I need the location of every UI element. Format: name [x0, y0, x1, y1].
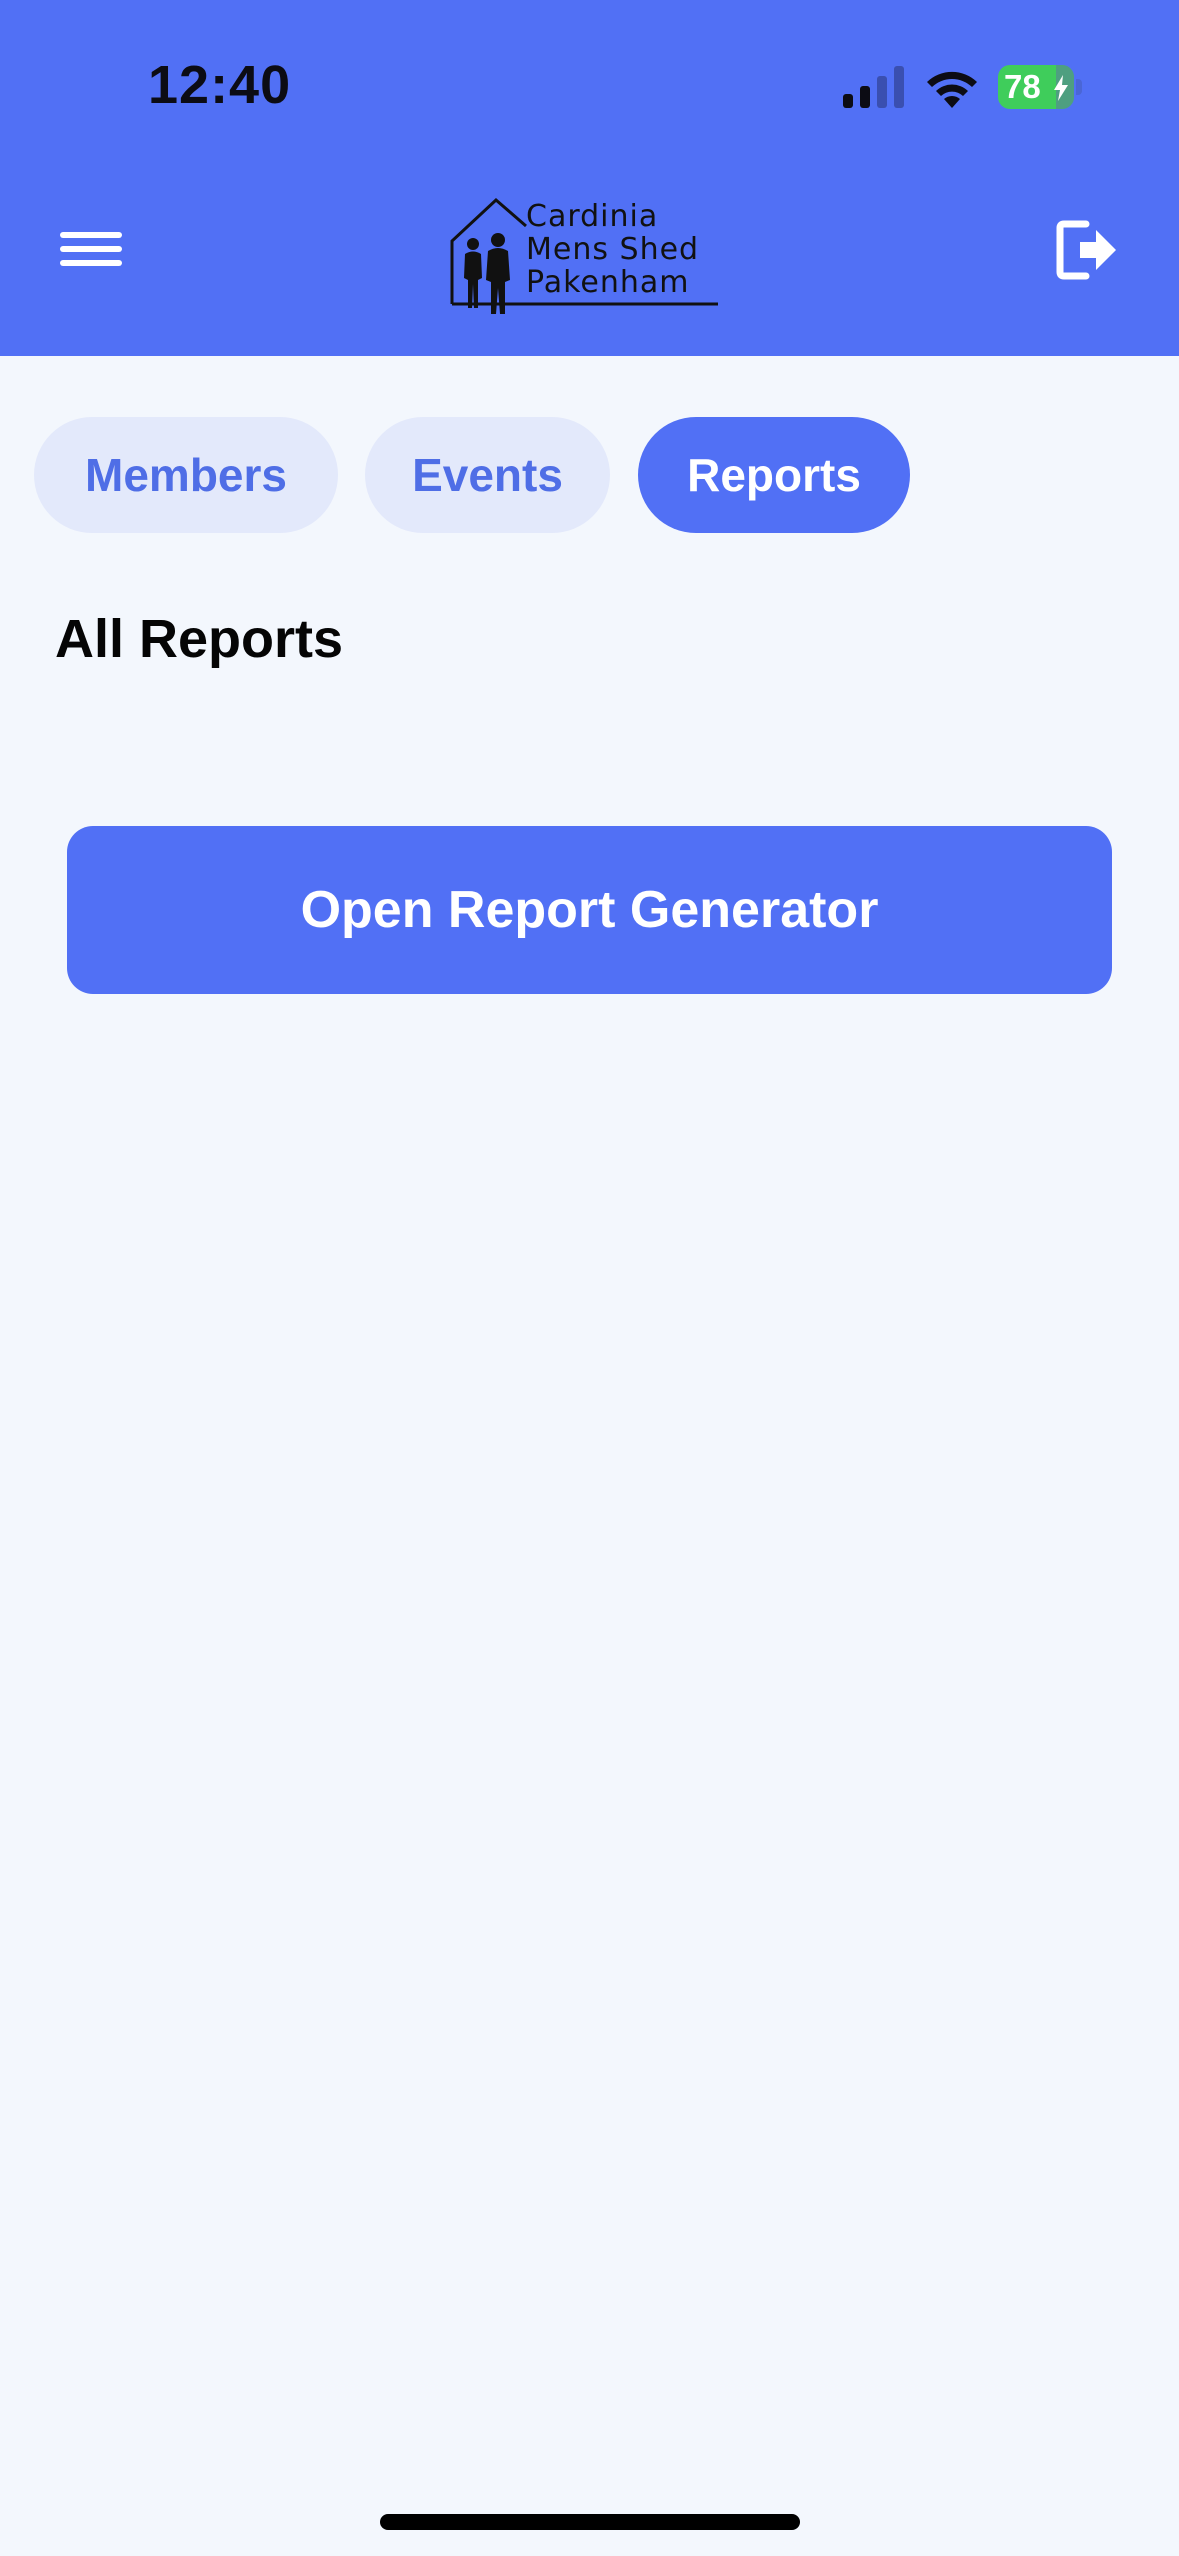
open-report-generator-button[interactable]: Open Report Generator	[67, 826, 1112, 994]
battery-icon: 78	[998, 65, 1082, 109]
app-header: 12:40 78 Cardinia Mens Shed Pakenham	[0, 0, 1179, 356]
app-logo: Cardinia Mens Shed Pakenham	[448, 196, 724, 318]
logo-line-1: Cardinia	[526, 199, 659, 234]
hamburger-menu-icon[interactable]	[60, 224, 122, 274]
logo-line-2: Mens Shed	[526, 232, 700, 267]
battery-cap	[1076, 79, 1082, 95]
charging-bolt-icon	[1054, 75, 1068, 101]
page-title: All Reports	[55, 609, 344, 669]
battery-level: 78	[1004, 68, 1041, 105]
signal-icon	[843, 66, 904, 108]
logout-icon[interactable]	[1056, 216, 1118, 284]
logo-text: Cardinia Mens Shed Pakenham	[526, 200, 699, 299]
home-indicator[interactable]	[380, 2514, 800, 2530]
tab-reports[interactable]: Reports	[638, 417, 910, 533]
status-time: 12:40	[148, 55, 292, 115]
wifi-icon	[927, 71, 977, 108]
tab-members[interactable]: Members	[34, 417, 338, 533]
logo-line-3: Pakenham	[526, 265, 690, 300]
tab-events[interactable]: Events	[365, 417, 610, 533]
